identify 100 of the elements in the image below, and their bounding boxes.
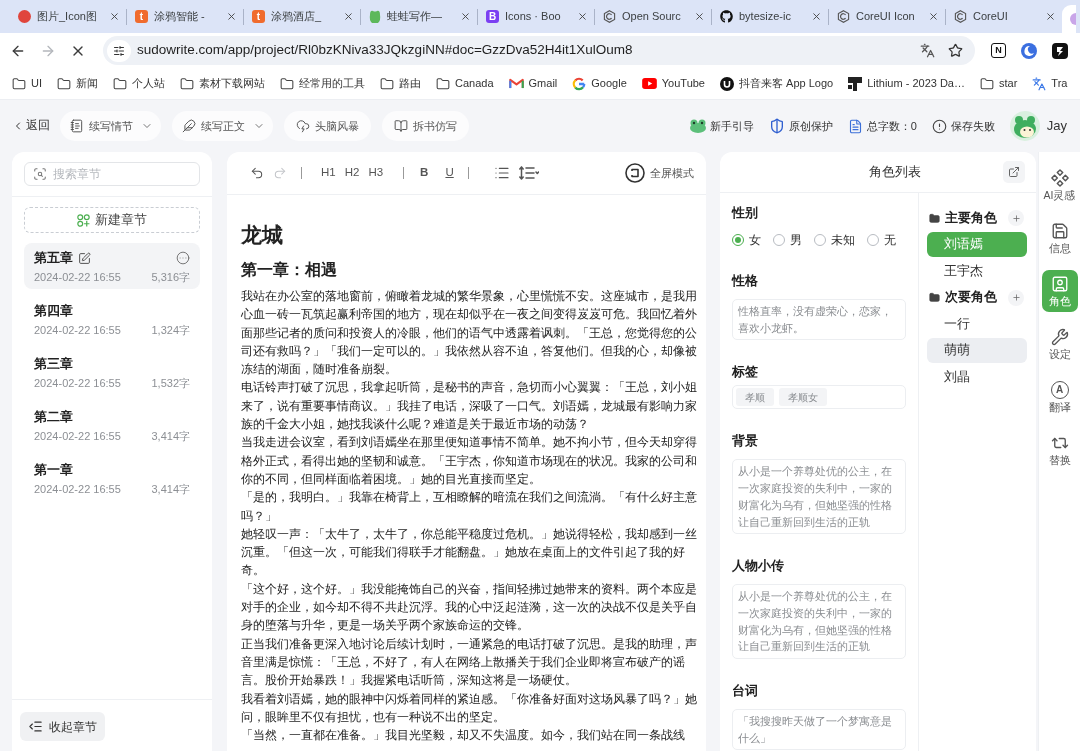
address-bar[interactable]: sudowrite.com/app/project/Rl0bzKNiva33JQkzgiNN#doc=GzzDva52H4it1XulOum8 — [103, 36, 975, 65]
collapse-button[interactable]: 收起章节 — [20, 712, 105, 741]
chapter-item[interactable]: 第三章 2024-02-22 16:55 1,532字 — [24, 349, 200, 395]
chapter-item[interactable]: 第五章 2024-02-22 16:55 5,316字 — [24, 243, 200, 289]
mail-icon — [508, 78, 524, 89]
underline-button[interactable]: U — [445, 164, 454, 182]
bookmark[interactable]: Gmail — [508, 75, 558, 92]
browser-tab[interactable]: bytesize-ic — [712, 0, 828, 33]
browser-tab[interactable]: CoreUI Icon — [829, 0, 945, 33]
bookmark[interactable]: 新闻 — [57, 75, 98, 92]
star-icon[interactable] — [948, 43, 963, 58]
close-icon[interactable] — [928, 11, 939, 22]
avatar-icon[interactable] — [1009, 111, 1040, 141]
character-item[interactable]: 王宇杰 — [927, 258, 1027, 284]
action-button[interactable]: 续写正文 — [172, 111, 273, 141]
word-count-button[interactable]: 总字数：0 — [847, 117, 917, 135]
tune-icon[interactable] — [107, 39, 131, 62]
rail-button[interactable]: 设定 — [1041, 323, 1078, 365]
close-icon[interactable] — [226, 11, 237, 22]
heading-button[interactable]: H3 — [368, 164, 384, 182]
chapter-date: 2024-02-22 16:55 — [34, 375, 121, 391]
bookmark[interactable]: UI — [12, 75, 42, 92]
edit-icon[interactable] — [78, 251, 91, 265]
back-link[interactable]: 返回 — [12, 117, 50, 135]
bolt-icon[interactable] — [1052, 42, 1068, 59]
chapter-item[interactable]: 第一章 2024-02-22 16:55 3,414字 — [24, 455, 200, 501]
list-icon[interactable] — [493, 165, 510, 181]
rail-button[interactable]: A 翻译 — [1041, 376, 1078, 418]
close-icon[interactable] — [694, 11, 705, 22]
bookmark[interactable]: star — [980, 75, 1018, 92]
folder-icon — [929, 292, 940, 303]
text-field[interactable]: 从小是一个养尊处优的公主，在一次家庭投资的失利中，一家的财富化为乌有，但她坚强的性格让自己重新回到生活的正轨 — [732, 584, 906, 660]
radio-option[interactable]: 女 — [732, 231, 761, 249]
plus-icon[interactable] — [1008, 210, 1024, 226]
close-icon[interactable] — [1045, 11, 1056, 22]
chapter-item[interactable]: 第四章 2024-02-22 16:55 1,324字 — [24, 296, 200, 342]
close-icon[interactable] — [460, 11, 471, 22]
rail-button[interactable]: 信息 — [1041, 217, 1078, 259]
radio-option[interactable]: 无 — [867, 231, 896, 249]
protection-button[interactable]: 原创保护 — [768, 117, 833, 135]
character-item[interactable]: 一行 — [927, 311, 1027, 337]
hexagon-icon — [603, 10, 616, 23]
heading-button[interactable]: H1 — [321, 164, 336, 182]
fullscreen-button[interactable]: 全屏模式 — [625, 163, 694, 183]
radio-option[interactable]: 未知 — [814, 231, 855, 249]
hexagon-icon — [954, 10, 967, 23]
close-icon[interactable] — [577, 11, 588, 22]
action-button[interactable]: 续写情节 — [60, 111, 161, 141]
browser-tab[interactable]: Open Sourc — [595, 0, 711, 33]
save-status-button[interactable]: 保存失败 — [931, 117, 995, 135]
browser-tab[interactable]: 图片_Icon图 — [10, 0, 126, 33]
undo-icon[interactable] — [250, 166, 264, 180]
browser-tab[interactable]: 蛙蛙写作— — [361, 0, 477, 33]
browser-tab[interactable]: B Icons · Boo — [478, 0, 594, 33]
frog-icon — [369, 10, 381, 23]
character-item[interactable]: 萌萌 — [927, 338, 1027, 363]
text-field[interactable]: 性格直率，没有虚荣心，恋家，喜欢小龙虾。 — [732, 299, 906, 341]
bookmark[interactable]: Lithium - 2023 Da… — [848, 75, 965, 92]
text-field[interactable]: 「我搜搜昨天做了一个梦寓意是什么」 — [732, 709, 906, 751]
letter-icon[interactable]: N — [991, 43, 1006, 58]
close-icon[interactable] — [811, 11, 822, 22]
bookmark[interactable]: 经常用的工具 — [280, 75, 365, 92]
new-chapter-button[interactable]: 新建章节 — [24, 207, 200, 233]
plus-icon[interactable] — [1008, 289, 1024, 306]
group-title: 主要角色 — [945, 209, 997, 227]
bold-button[interactable]: B — [420, 164, 429, 182]
browser-tab[interactable]: CoreUI — [946, 0, 1062, 33]
chapter-item[interactable]: 第二章 2024-02-22 16:55 3,414字 — [24, 402, 200, 448]
browser-tab[interactable]: t 涂鸦智能 - — [127, 0, 243, 33]
heading-button[interactable]: H2 — [344, 164, 360, 182]
radio-option[interactable]: 男 — [773, 231, 802, 249]
popout-icon[interactable] — [1003, 161, 1025, 183]
close-icon[interactable] — [109, 11, 120, 22]
action-button[interactable]: 拆书仿写 — [382, 111, 469, 141]
character-item[interactable]: 刘晶 — [927, 364, 1027, 390]
moon-icon[interactable] — [1021, 42, 1037, 59]
translate-icon[interactable] — [920, 43, 935, 58]
browser-tab[interactable]: t 涂鸦酒店_ — [244, 0, 360, 33]
bookmark[interactable]: 个人站 — [113, 75, 165, 92]
bookmark[interactable]: 路由 — [380, 75, 421, 92]
text-field[interactable]: 从小是一个养尊处优的公主，在一次家庭投资的失利中，一家的财富化为乌有，但她坚强的性格让自己重新回到生活的正轨 — [732, 459, 906, 535]
more-icon[interactable] — [176, 251, 190, 265]
rail-button[interactable]: AI灵感 — [1041, 164, 1078, 206]
folder-icon — [436, 76, 450, 91]
bookmark[interactable]: YouTube — [641, 75, 705, 92]
bookmark[interactable]: 素材下载网站 — [180, 75, 265, 92]
paragraph: 我站在办公室的落地窗前，俯瞰着龙城的繁华景象，心里慌慌不安。这座城市，是我用心血一砖一瓦筑起赢利帝国的地方，现在却似乎在一夜之间变得岌岌可危。我回忆着外面那些记者的质问和投资人的冷眼，他们的语气中透露着讽刺。「王总，您觉得您的公司还有救吗？」「我们一定可以的。」我依然从容不迫，答复他们。但我的心，却像被冻结的湖面，随时准备崩裂。 — [241, 288, 698, 379]
fullscreen-icon — [625, 163, 645, 183]
line-spacing-icon[interactable] — [518, 166, 539, 180]
rail-button[interactable]: 替换 — [1041, 429, 1078, 471]
guide-button[interactable]: 新手引导 — [689, 117, 754, 135]
close-icon[interactable] — [343, 11, 354, 22]
chapter-title: 第五章 — [34, 250, 73, 266]
bookmark[interactable]: Canada — [436, 75, 494, 92]
paragraph: 她轻叹一声：「太牛了，太牛了，你总能平稳度过危机。」她说得轻松，我却感到一丝沉重。「但这一次，可能我们得联手才能翻盘。」她放在桌面上的文件引起了我的好奇。 — [241, 525, 698, 580]
bookmark[interactable]: Tra — [1032, 75, 1068, 92]
url-text: sudowrite.com/app/project/Rl0bzKNiva33JQkzgiNN#doc=GzzDva52H4it1XulOum8 — [137, 41, 633, 60]
action-button[interactable]: 头脑风暴 — [284, 111, 371, 141]
bookmark[interactable]: Google — [572, 75, 627, 92]
bookmark[interactable]: 抖音来客 App Logo — [720, 75, 834, 92]
